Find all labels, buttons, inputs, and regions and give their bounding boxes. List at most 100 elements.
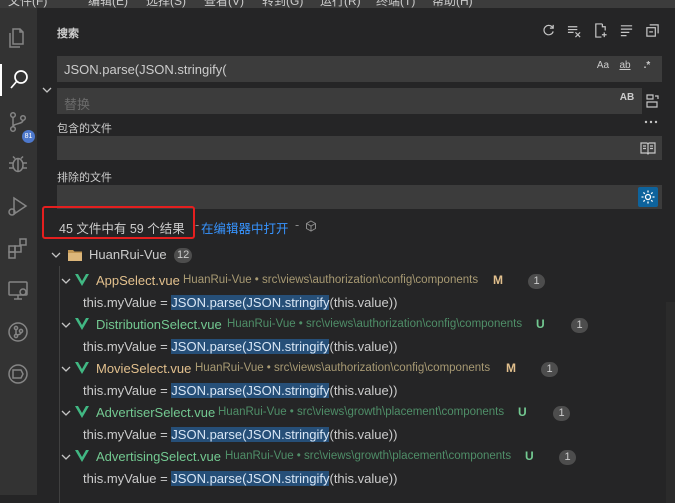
search-options: Aa ab .*: [594, 60, 656, 71]
menu-item-go[interactable]: 转到(G): [262, 0, 303, 8]
file-row[interactable]: AppSelect.vue HuanRui-Vue • src\views\au…: [37, 270, 667, 292]
files-icon[interactable]: [2, 22, 34, 54]
match-count-badge: 1: [528, 274, 545, 289]
file-name: DistributionSelect.vue: [96, 317, 222, 332]
file-path: HuanRui-Vue • src\views\growth\placement…: [218, 406, 505, 418]
git-graph-icon[interactable]: [2, 316, 34, 348]
run-icon[interactable]: [2, 190, 34, 222]
replace-all-icon[interactable]: [642, 91, 662, 111]
summary-separator: -: [195, 218, 200, 232]
vue-file-icon: [75, 318, 89, 330]
match-text: this.myValue = JSON.parse(JSON.stringify…: [83, 295, 398, 310]
match-row[interactable]: this.myValue = JSON.parse(JSON.stringify…: [37, 292, 667, 314]
results-summary: 45 文件中有 59 个结果: [59, 222, 185, 236]
timeline-icon[interactable]: [2, 358, 34, 390]
file-row[interactable]: MovieSelect.vue HuanRui-Vue • src\views\…: [37, 358, 667, 380]
search-sidebar: 搜索 JSON.parse(JSON.stringify( Aa ab .* 替…: [37, 8, 675, 503]
menu-item-run[interactable]: 运行(R): [320, 0, 361, 8]
menu-bar: 文件(F) 编辑(E) 选择(S) 查看(V) 转到(G) 运行(R) 终端(T…: [0, 0, 675, 8]
match-count-badge: 1: [571, 318, 588, 333]
match-highlight: JSON.parse(JSON.stringify: [171, 339, 330, 354]
match-row[interactable]: this.myValue = JSON.parse(JSON.stringify…: [37, 468, 667, 490]
file-name: AppSelect.vue: [96, 273, 180, 288]
regex-toggle[interactable]: .*: [638, 60, 656, 71]
menu-item-terminal[interactable]: 终端(T): [376, 0, 415, 8]
replace-input[interactable]: 替换 AB: [57, 88, 642, 114]
include-files-label: 包含的文件: [57, 123, 112, 135]
view-as-tree-icon[interactable]: [618, 22, 635, 39]
match-count-badge: 1: [559, 450, 576, 465]
menu-item-view[interactable]: 查看(V): [204, 0, 244, 8]
preserve-case-toggle[interactable]: AB: [618, 92, 636, 103]
folder-row[interactable]: HuanRui-Vue 12: [37, 244, 667, 266]
remote-explorer-icon[interactable]: [2, 274, 34, 306]
replace-options: AB: [618, 92, 636, 103]
refresh-icon[interactable]: [540, 22, 557, 39]
chevron-down-icon[interactable]: [50, 249, 62, 261]
scm-badge: 81: [22, 130, 35, 143]
folder-icon: [68, 250, 82, 261]
file-name: AdvertisingSelect.vue: [96, 449, 222, 464]
match-text: this.myValue = JSON.parse(JSON.stringify…: [83, 427, 398, 442]
vue-file-icon: [75, 362, 89, 374]
match-text: this.myValue = JSON.parse(JSON.stringify…: [83, 383, 398, 398]
match-row[interactable]: this.myValue = JSON.parse(JSON.stringify…: [37, 336, 667, 358]
chevron-down-icon[interactable]: [60, 275, 72, 287]
menu-item-edit[interactable]: 编辑(E): [88, 0, 128, 8]
file-row[interactable]: DistributionSelect.vue HuanRui-Vue • src…: [37, 314, 667, 336]
git-status-badge: M: [506, 361, 516, 375]
search-input[interactable]: JSON.parse(JSON.stringify( Aa ab .*: [57, 56, 662, 82]
file-row[interactable]: AdvertiserSelect.vue HuanRui-Vue • src\v…: [37, 402, 667, 424]
use-exclude-settings-icon[interactable]: [638, 187, 658, 207]
collapse-all-icon[interactable]: [644, 22, 661, 39]
toggle-replace-chevron-icon[interactable]: [41, 84, 53, 96]
match-count-badge: 1: [541, 362, 558, 377]
source-control-icon[interactable]: 81: [2, 106, 35, 143]
chevron-down-icon[interactable]: [60, 407, 72, 419]
match-count-badge: 1: [553, 406, 570, 421]
file-name: MovieSelect.vue: [96, 361, 192, 376]
include-files-input[interactable]: [57, 136, 662, 160]
chevron-down-icon[interactable]: [60, 451, 72, 463]
vue-file-icon: [75, 450, 89, 462]
results-scrollbar[interactable]: [666, 302, 675, 503]
match-highlight: JSON.parse(JSON.stringify: [171, 383, 330, 398]
file-name: AdvertiserSelect.vue: [96, 405, 216, 420]
match-highlight: JSON.parse(JSON.stringify: [171, 295, 330, 310]
chevron-down-icon[interactable]: [60, 319, 72, 331]
git-status-badge: M: [493, 273, 503, 287]
cube-icon[interactable]: [305, 220, 317, 232]
exclude-files-label: 排除的文件: [57, 172, 112, 184]
more-options-icon[interactable]: [641, 112, 661, 132]
menu-item-selection[interactable]: 选择(S): [146, 0, 186, 8]
match-text: this.myValue = JSON.parse(JSON.stringify…: [83, 339, 398, 354]
git-status-badge: U: [518, 405, 527, 419]
match-row[interactable]: this.myValue = JSON.parse(JSON.stringify…: [37, 380, 667, 402]
debug-icon[interactable]: [2, 148, 34, 180]
file-path: HuanRui-Vue • src\views\growth\placement…: [225, 450, 512, 462]
match-highlight: JSON.parse(JSON.stringify: [171, 471, 330, 486]
chevron-down-icon[interactable]: [60, 363, 72, 375]
summary-separator-2: -: [295, 218, 300, 232]
clear-results-icon[interactable]: [566, 22, 583, 39]
match-whole-word-toggle[interactable]: ab: [616, 60, 634, 71]
menu-item-help[interactable]: 帮助(H): [432, 0, 473, 8]
menu-item-file[interactable]: 文件(F): [8, 0, 47, 8]
match-text: this.myValue = JSON.parse(JSON.stringify…: [83, 471, 398, 486]
file-path: HuanRui-Vue • src\views\authorization\co…: [227, 318, 523, 330]
extensions-icon[interactable]: [2, 232, 34, 264]
vue-file-icon: [75, 406, 89, 418]
match-case-toggle[interactable]: Aa: [594, 60, 612, 71]
replace-placeholder: 替换: [64, 97, 91, 112]
match-row[interactable]: this.myValue = JSON.parse(JSON.stringify…: [37, 424, 667, 446]
open-in-editor-link[interactable]: 在编辑器中打开: [201, 218, 289, 237]
page-title: 搜索: [57, 28, 79, 40]
file-row[interactable]: AdvertisingSelect.vue HuanRui-Vue • src\…: [37, 446, 667, 468]
vue-file-icon: [75, 274, 89, 286]
folder-name: HuanRui-Vue: [89, 247, 167, 262]
open-editors-only-icon[interactable]: [638, 138, 658, 158]
git-status-badge: U: [536, 317, 545, 331]
git-status-badge: U: [525, 449, 534, 463]
search-icon[interactable]: [0, 64, 36, 96]
new-search-editor-icon[interactable]: [592, 22, 609, 39]
